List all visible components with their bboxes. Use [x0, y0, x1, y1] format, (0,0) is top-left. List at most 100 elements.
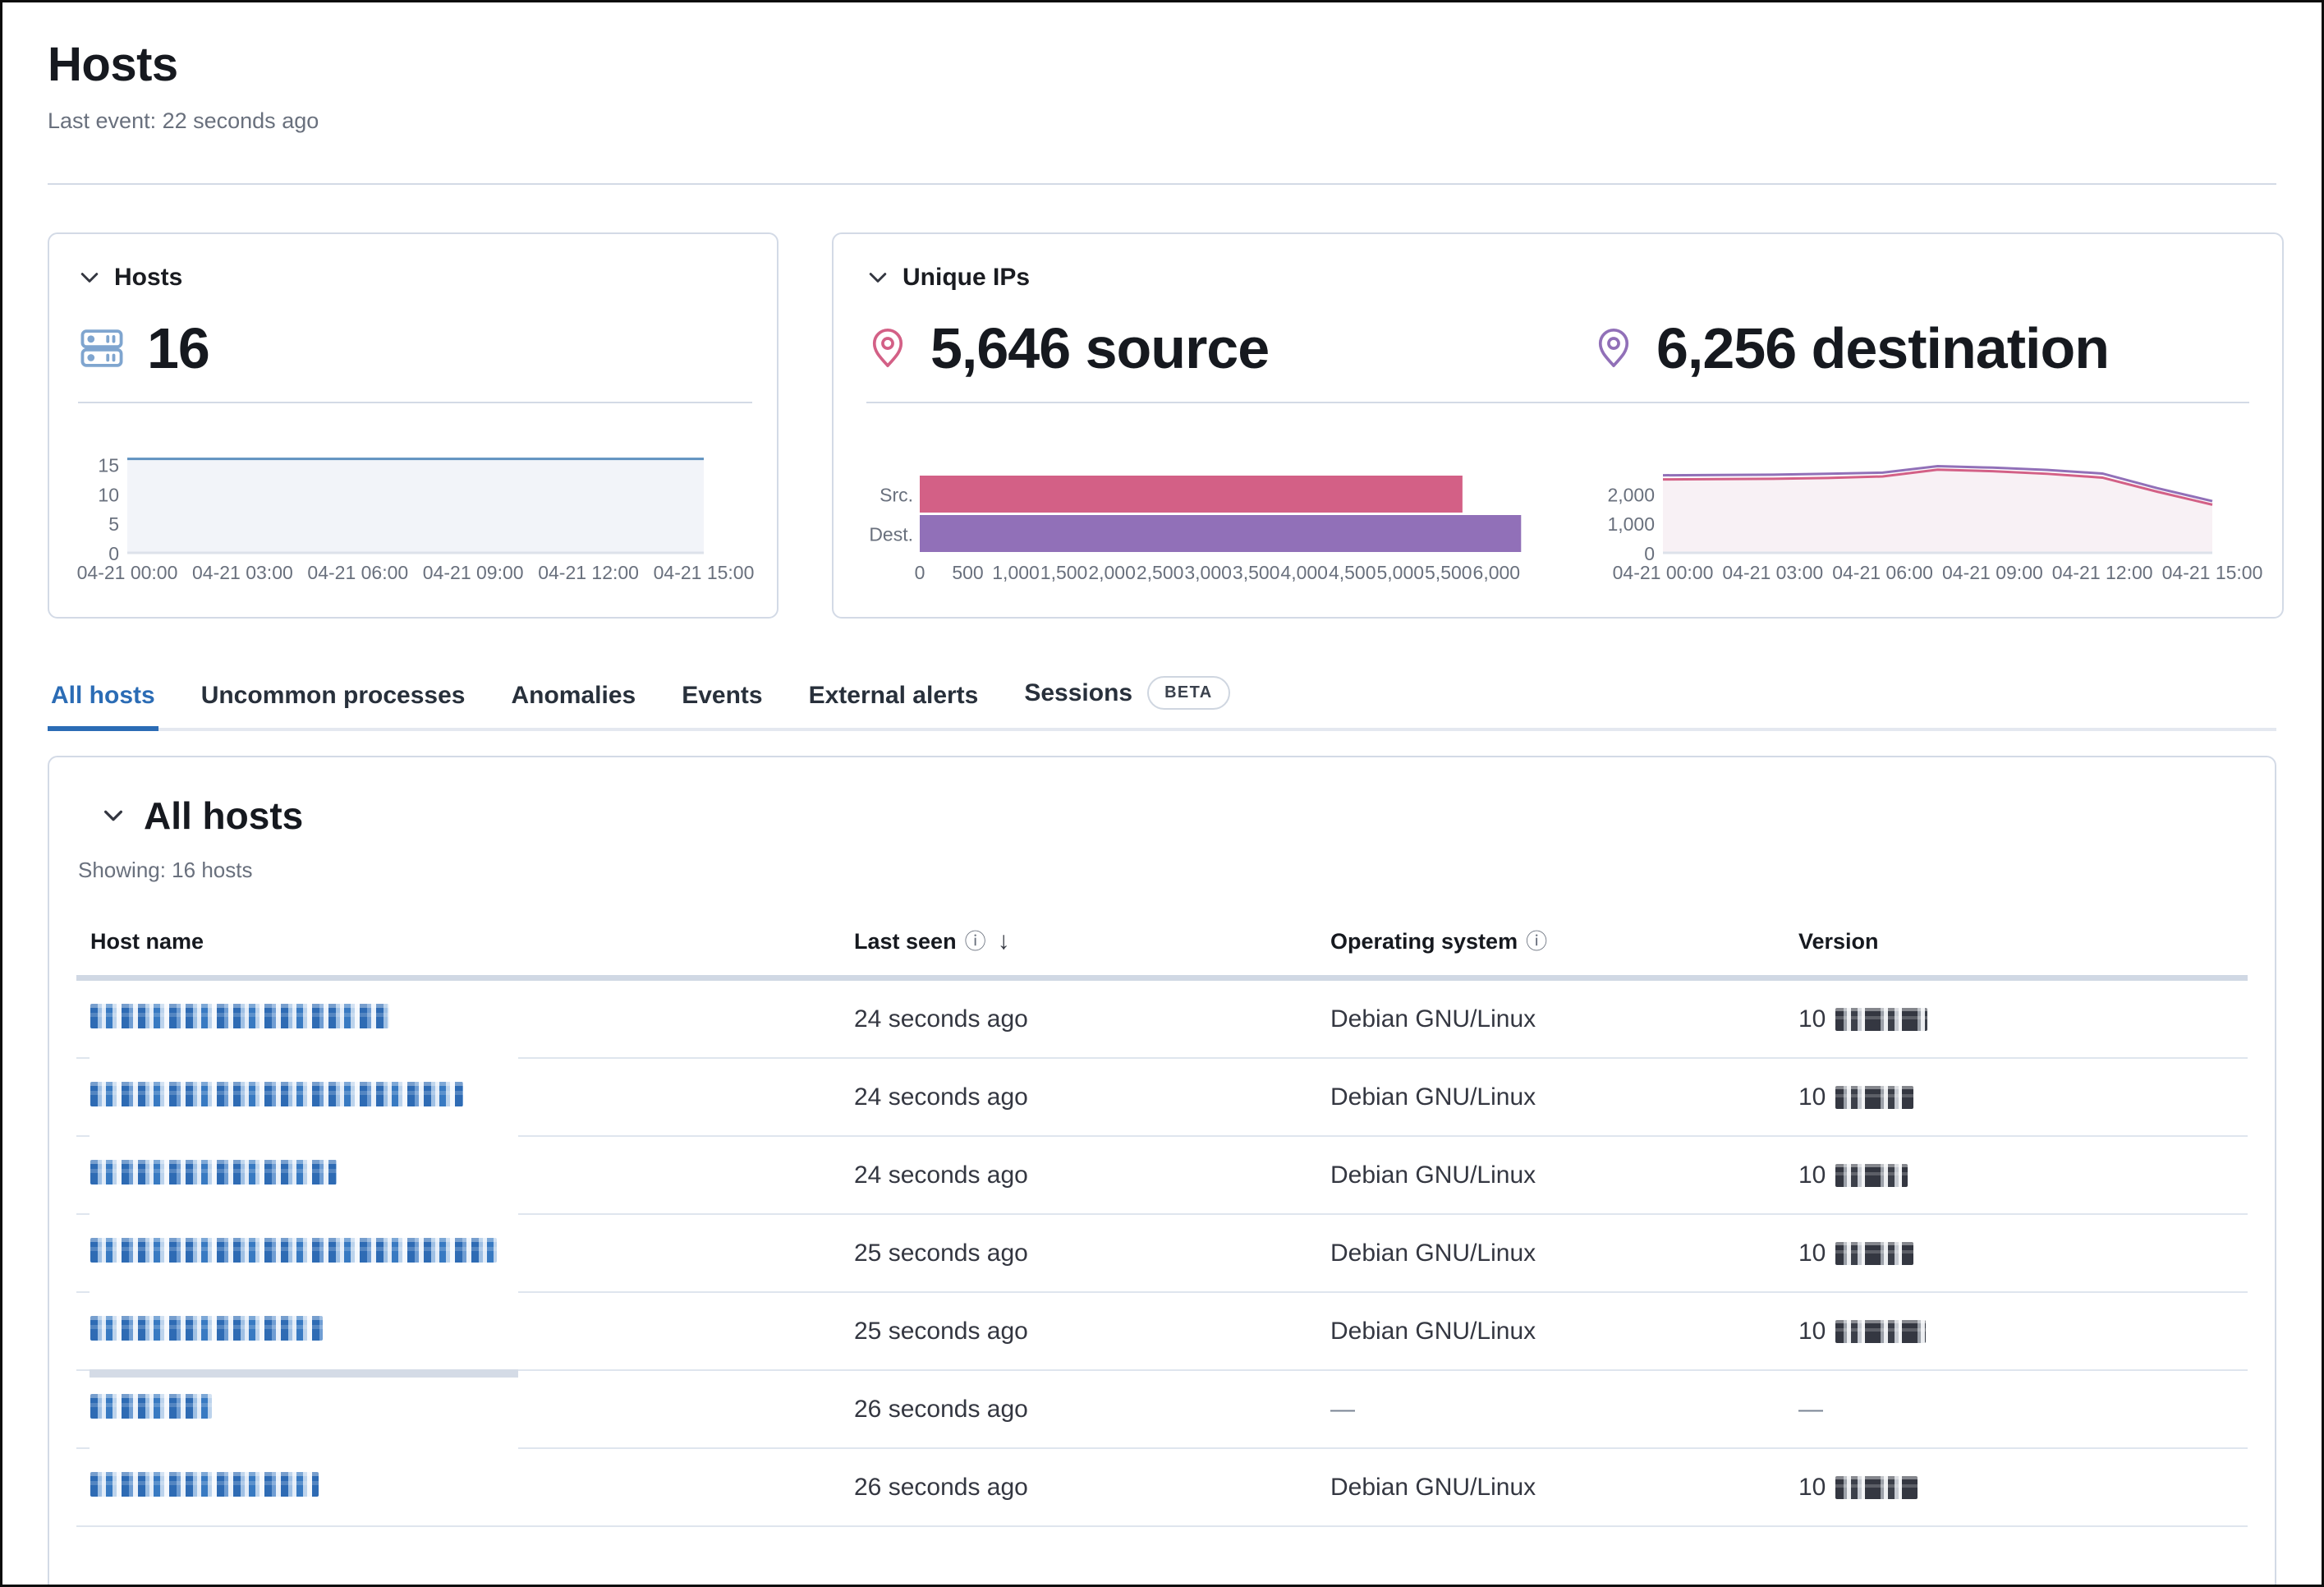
censor-overlay-edge	[90, 1369, 518, 1378]
version-cell: 10	[1798, 1474, 2248, 1502]
svg-text:1,000: 1,000	[1607, 513, 1655, 535]
svg-text:04-21 06:00: 04-21 06:00	[307, 562, 408, 583]
svg-text:04-21 15:00: 04-21 15:00	[2162, 562, 2263, 583]
svg-text:0: 0	[915, 562, 925, 583]
version-cell: 10	[1798, 1240, 2248, 1267]
operating-system-cell: Debian GNU/Linux	[1330, 1318, 1798, 1346]
censor-overlay	[90, 981, 518, 1452]
svg-text:04-21 15:00: 04-21 15:00	[654, 562, 755, 583]
svg-text:10: 10	[98, 484, 119, 505]
redacted-host-name[interactable]	[90, 1082, 463, 1106]
redacted-version	[1835, 1242, 1913, 1265]
last-seen-cell: 25 seconds ago	[854, 1240, 1330, 1267]
svg-text:Dest.: Dest.	[869, 524, 913, 545]
tab-external-alerts[interactable]: External alerts	[806, 682, 982, 731]
version-prefix: 10	[1798, 1240, 1826, 1267]
svg-text:04-21 00:00: 04-21 00:00	[1613, 562, 1714, 583]
redacted-host-name[interactable]	[90, 1238, 497, 1263]
svg-text:3,500: 3,500	[1233, 562, 1280, 583]
host-name-link-cell[interactable]	[90, 1472, 854, 1503]
panel-divider	[866, 402, 2249, 403]
version-prefix: 10	[1798, 1005, 1826, 1033]
showing-count-text: Showing: 16 hosts	[76, 858, 2248, 883]
last-event-text: Last event: 22 seconds ago	[48, 108, 2276, 134]
destination-ips-metric: 6,256 destination	[1558, 313, 2249, 384]
svg-text:1,500: 1,500	[1040, 562, 1088, 583]
svg-text:15: 15	[98, 455, 119, 476]
tab-label: Events	[682, 682, 762, 710]
panel-divider	[78, 402, 752, 403]
version-cell: 10	[1798, 1318, 2248, 1346]
svg-text:5,000: 5,000	[1376, 562, 1424, 583]
svg-text:2,000: 2,000	[1607, 484, 1655, 505]
tab-anomalies[interactable]: Anomalies	[508, 682, 639, 731]
redacted-version	[1835, 1086, 1913, 1109]
table-header-row: Host name Last seen ⓘ ↓ Operating system…	[76, 927, 2248, 981]
svg-text:6,000: 6,000	[1473, 562, 1521, 583]
svg-text:3,000: 3,000	[1184, 562, 1232, 583]
operating-system-cell: Debian GNU/Linux	[1330, 1005, 1798, 1033]
beta-badge: BETA	[1147, 676, 1230, 710]
column-header-last-seen[interactable]: Last seen ⓘ ↓	[854, 927, 1330, 955]
svg-text:04-21 06:00: 04-21 06:00	[1832, 562, 1933, 583]
redacted-host-name[interactable]	[90, 1004, 389, 1028]
svg-text:5,500: 5,500	[1425, 562, 1472, 583]
tab-all-hosts[interactable]: All hosts	[48, 682, 158, 731]
tab-events[interactable]: Events	[678, 682, 765, 731]
redacted-host-name[interactable]	[90, 1160, 337, 1184]
unique-ips-kpi-panel: Unique IPs 5,646 source	[832, 232, 2284, 619]
version-prefix: 10	[1798, 1474, 1826, 1502]
redacted-host-name[interactable]	[90, 1472, 319, 1497]
svg-text:04-21 00:00: 04-21 00:00	[77, 562, 178, 583]
table-body: 24 seconds ago Debian GNU/Linux 10	[76, 981, 2248, 1527]
tab-sessions[interactable]: Sessions BETA	[1021, 676, 1233, 731]
redacted-version	[1835, 1008, 1927, 1031]
chevron-down-icon[interactable]	[866, 266, 889, 289]
chevron-down-icon[interactable]	[78, 266, 101, 289]
hosts-table: Host name Last seen ⓘ ↓ Operating system…	[76, 927, 2248, 1527]
destination-ips-value: 6,256 destination	[1656, 315, 2109, 381]
redacted-version	[1835, 1164, 1908, 1187]
svg-text:4,500: 4,500	[1329, 562, 1376, 583]
tab-label: External alerts	[809, 682, 979, 710]
sort-descending-arrow-icon[interactable]: ↓	[998, 927, 1010, 955]
svg-text:04-21 09:00: 04-21 09:00	[423, 562, 524, 583]
redacted-version	[1835, 1320, 1926, 1343]
redacted-version	[1835, 1476, 1918, 1499]
operating-system-cell: Debian GNU/Linux	[1330, 1474, 1798, 1502]
column-header-operating-system: Operating system ⓘ	[1330, 929, 1798, 954]
redacted-host-name[interactable]	[90, 1394, 212, 1419]
info-icon[interactable]: ⓘ	[1526, 931, 1547, 952]
last-seen-cell: 24 seconds ago	[854, 1005, 1330, 1033]
source-map-pin-icon	[866, 327, 909, 370]
hosts-count-value: 16	[147, 315, 209, 381]
version-prefix: 10	[1798, 1162, 1826, 1189]
svg-text:2,500: 2,500	[1137, 562, 1184, 583]
all-hosts-panel: All hosts Showing: 16 hosts Host name La…	[48, 756, 2276, 1587]
column-header-version: Version	[1798, 929, 2248, 954]
svg-text:4,000: 4,000	[1280, 562, 1328, 583]
header-divider	[48, 183, 2276, 185]
svg-text:04-21 12:00: 04-21 12:00	[2052, 562, 2153, 583]
version-prefix: 10	[1798, 1318, 1826, 1346]
redacted-host-name[interactable]	[90, 1316, 323, 1341]
hosts-panel-label: Hosts	[114, 264, 182, 292]
svg-text:04-21 09:00: 04-21 09:00	[1942, 562, 2043, 583]
last-seen-cell: 26 seconds ago	[854, 1474, 1330, 1502]
version-prefix: —	[1798, 1396, 1823, 1424]
chevron-down-icon[interactable]	[101, 803, 126, 828]
hosts-page: Hosts Last event: 22 seconds ago Hosts	[0, 0, 2324, 1587]
operating-system-cell: —	[1330, 1396, 1798, 1424]
unique-ips-panel-label: Unique IPs	[903, 264, 1030, 292]
unique-ips-bar-chart: Src.Dest.05001,0001,5002,0002,5003,0003,…	[866, 446, 1558, 587]
tab-uncommon-processes[interactable]: Uncommon processes	[198, 682, 469, 731]
kpi-row: Hosts 16 05101504-21 00	[48, 232, 2276, 619]
info-icon[interactable]: ⓘ	[965, 931, 986, 952]
svg-text:04-21 03:00: 04-21 03:00	[1722, 562, 1823, 583]
table-row: 26 seconds ago Debian GNU/Linux 10	[76, 1449, 2248, 1527]
last-seen-cell: 24 seconds ago	[854, 1162, 1330, 1189]
unique-ips-area-chart: 01,0002,00004-21 00:0004-21 03:0004-21 0…	[1558, 446, 2249, 587]
hosts-kpi-panel: Hosts 16 05101504-21 00	[48, 232, 778, 619]
source-ips-metric: 5,646 source	[866, 313, 1558, 384]
version-cell: 10	[1798, 1005, 2248, 1033]
